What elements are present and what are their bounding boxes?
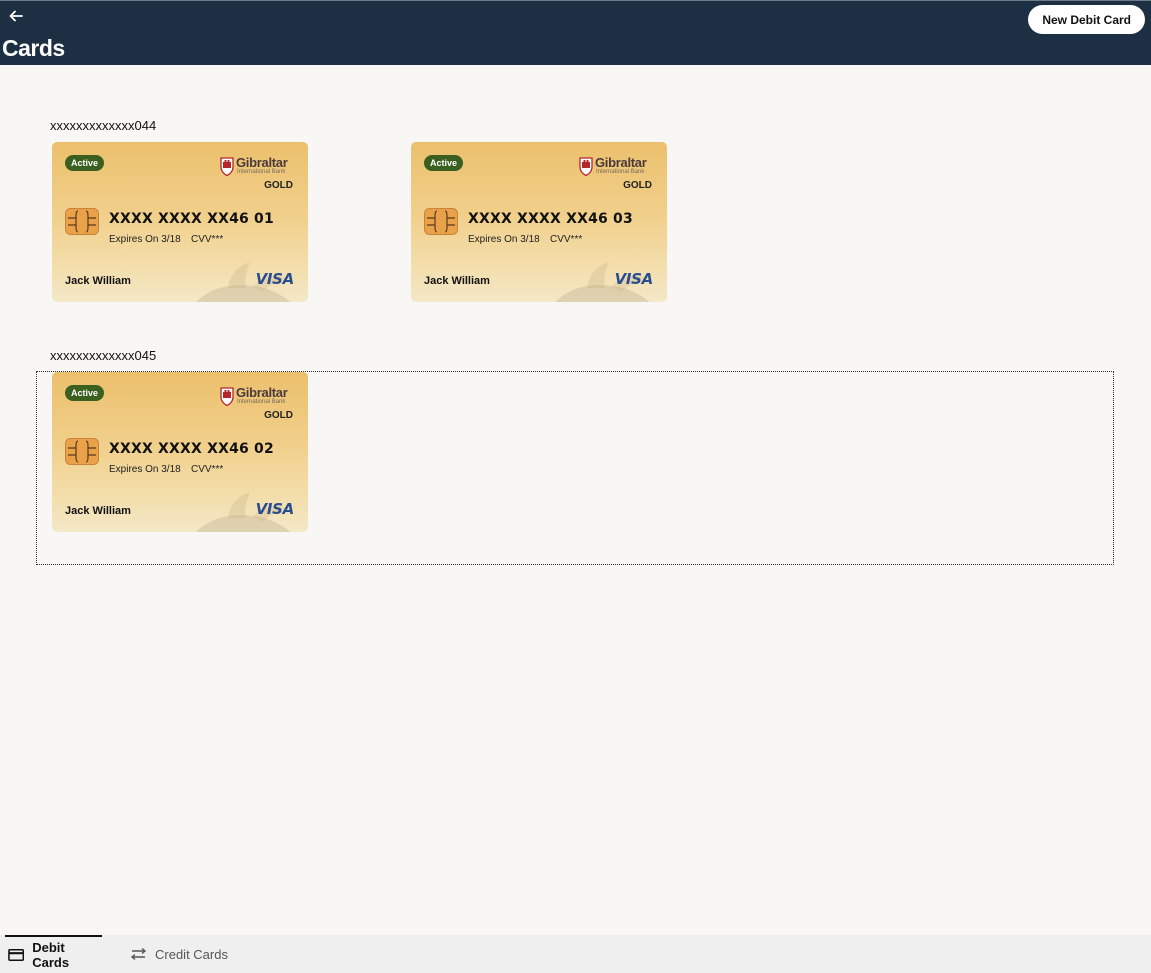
bank-name: Gibraltar <box>595 155 647 170</box>
credit-card-icon <box>8 948 25 962</box>
card-holder-name: Jack William <box>65 505 131 517</box>
bank-subtitle: International Bank <box>237 169 286 175</box>
bottom-tab-bar: Debit Cards Credit Cards <box>0 935 1151 973</box>
arrow-left-icon <box>9 10 23 22</box>
bank-name: Gibraltar <box>236 385 288 400</box>
card-expiry: Expires On 3/18 <box>109 234 181 245</box>
card-cvv: CVV*** <box>550 234 583 245</box>
app-header: Cards New Debit Card <box>0 0 1151 65</box>
page-title: Cards <box>2 35 65 61</box>
swap-arrows-icon <box>130 947 147 961</box>
bank-logo: Gibraltar International Bank <box>220 155 292 177</box>
chip-icon <box>424 208 458 235</box>
card-number: XXXX XXXX XX46 02 <box>109 441 274 457</box>
card-cvv: CVV*** <box>191 464 224 475</box>
account-number-label: xxxxxxxxxxxxx044 <box>50 118 157 133</box>
debit-card[interactable]: Active Gibraltar International Bank GOLD… <box>52 142 308 302</box>
card-tier: GOLD <box>264 410 293 421</box>
chip-icon <box>65 208 99 235</box>
status-badge: Active <box>65 155 105 171</box>
tab-label: Credit Cards <box>155 946 228 962</box>
debit-card[interactable]: Active Gibraltar International Bank GOLD… <box>52 372 308 532</box>
card-number: XXXX XXXX XX46 01 <box>109 211 274 227</box>
visa-logo: VISA <box>614 270 654 288</box>
bank-subtitle: International Bank <box>596 169 645 175</box>
bank-name: Gibraltar <box>236 155 288 170</box>
bank-logo: Gibraltar International Bank <box>220 385 292 407</box>
bank-crest-icon <box>220 157 234 176</box>
card-tier: GOLD <box>264 180 293 191</box>
bank-logo: Gibraltar International Bank <box>579 155 651 177</box>
status-badge: Active <box>65 385 105 401</box>
bank-crest-icon <box>220 387 234 406</box>
card-holder-name: Jack William <box>424 275 490 287</box>
card-holder-name: Jack William <box>65 275 131 287</box>
card-number: XXXX XXXX XX46 03 <box>468 211 633 227</box>
back-button[interactable] <box>8 8 26 26</box>
tab-label: Debit Cards <box>32 940 70 970</box>
tab-debit-cards[interactable]: Debit Cards <box>5 935 102 973</box>
card-expiry: Expires On 3/18 <box>468 234 540 245</box>
chip-icon <box>65 438 99 465</box>
tab-credit-cards[interactable]: Credit Cards <box>128 935 228 973</box>
visa-logo: VISA <box>255 500 295 518</box>
card-cvv: CVV*** <box>191 234 224 245</box>
card-tier: GOLD <box>623 180 652 191</box>
account-number-label: xxxxxxxxxxxxx045 <box>50 348 157 363</box>
status-badge: Active <box>424 155 464 171</box>
bank-subtitle: International Bank <box>237 399 286 405</box>
new-debit-card-button[interactable]: New Debit Card <box>1028 5 1145 34</box>
bank-crest-icon <box>579 157 593 176</box>
debit-card[interactable]: Active Gibraltar International Bank GOLD… <box>411 142 667 302</box>
visa-logo: VISA <box>255 270 295 288</box>
card-expiry: Expires On 3/18 <box>109 464 181 475</box>
